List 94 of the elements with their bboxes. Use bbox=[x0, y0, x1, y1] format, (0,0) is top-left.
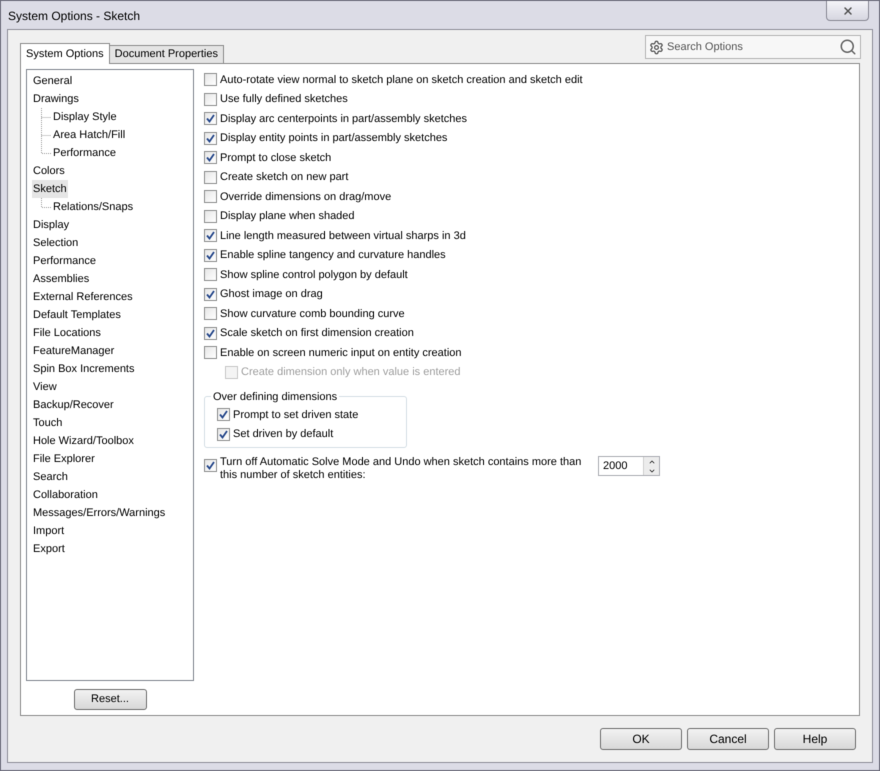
check-icon bbox=[206, 114, 215, 124]
sidebar-item[interactable]: Messages/Errors/Warnings bbox=[32, 504, 166, 522]
checkbox[interactable] bbox=[204, 248, 217, 262]
sidebar-item[interactable]: Performance bbox=[52, 144, 117, 162]
sidebar-item[interactable]: Touch bbox=[32, 414, 64, 432]
check-icon bbox=[206, 134, 215, 143]
option-label: Scale sketch on first dimension creation bbox=[220, 326, 414, 341]
option-label: Set driven by default bbox=[233, 427, 334, 442]
sidebar-item[interactable]: Colors bbox=[32, 162, 66, 180]
sidebar-item[interactable]: Default Templates bbox=[32, 306, 122, 324]
reset-button[interactable]: Reset... bbox=[74, 689, 146, 710]
check-icon bbox=[206, 290, 215, 299]
sidebar-item[interactable]: Collaboration bbox=[32, 486, 99, 504]
sidebar-item[interactable]: External References bbox=[32, 288, 134, 306]
search-icon bbox=[839, 38, 857, 56]
option-label: Create dimension only when value is entered bbox=[241, 365, 461, 380]
sidebar-item[interactable]: Sketch bbox=[32, 180, 68, 198]
sidebar-item[interactable]: Import bbox=[32, 522, 66, 540]
option-label: Line length measured between virtual sharps in 3d bbox=[220, 228, 466, 244]
option-label: Create sketch on new part bbox=[220, 170, 348, 185]
checkbox[interactable] bbox=[204, 346, 217, 360]
tab[interactable]: System Options bbox=[20, 43, 110, 64]
sidebar-item[interactable]: Display bbox=[32, 216, 70, 234]
sidebar-item[interactable]: View bbox=[32, 378, 58, 396]
dialog-button[interactable]: Cancel bbox=[687, 728, 769, 750]
sidebar-item[interactable]: Drawings bbox=[32, 90, 80, 108]
sidebar-item[interactable]: Relations/Snaps bbox=[52, 198, 134, 216]
sidebar-item[interactable]: Selection bbox=[32, 234, 80, 252]
tab[interactable]: Document Properties bbox=[108, 45, 224, 63]
sidebar-item[interactable]: Performance bbox=[32, 252, 97, 270]
sidebar-item[interactable]: Assemblies bbox=[32, 270, 90, 288]
checkbox[interactable] bbox=[204, 210, 217, 223]
gear-icon bbox=[649, 40, 664, 54]
search-field[interactable]: Search Options bbox=[667, 38, 836, 56]
checkbox[interactable] bbox=[204, 268, 217, 282]
option-label: Show curvature comb bounding curve bbox=[220, 306, 405, 322]
spin-down-icon[interactable] bbox=[644, 466, 659, 475]
checkbox[interactable] bbox=[204, 326, 217, 340]
option-label: Override dimensions on drag/move bbox=[220, 190, 392, 204]
number-spinner[interactable]: 2000 bbox=[599, 457, 643, 475]
option-label: Prompt to close sketch bbox=[220, 150, 332, 166]
tree-connector-icon bbox=[41, 198, 51, 208]
dialog-button[interactable]: Help bbox=[774, 728, 856, 750]
sidebar-item[interactable]: Backup/Recover bbox=[32, 396, 115, 414]
search-field[interactable]: Search Options bbox=[645, 35, 861, 59]
option-label: Display plane when shaded bbox=[220, 209, 355, 224]
sidebar-item[interactable]: Search bbox=[32, 468, 69, 486]
check-icon bbox=[206, 231, 215, 240]
sidebar-item[interactable]: Display Style bbox=[52, 108, 118, 126]
sidebar-item[interactable]: File Locations bbox=[32, 324, 102, 342]
dialog-button[interactable]: OK bbox=[600, 728, 682, 750]
checkbox[interactable] bbox=[204, 132, 217, 145]
option-label: Prompt to set driven state bbox=[233, 408, 358, 422]
checkbox[interactable] bbox=[204, 151, 217, 164]
option-label: Enable spline tangency and curvature handles bbox=[220, 248, 446, 263]
sidebar-item[interactable]: General bbox=[32, 72, 74, 90]
group-title: Over defining dimensions bbox=[211, 389, 340, 406]
spin-up-icon[interactable] bbox=[644, 457, 659, 466]
option-label: Enable on screen numeric input on entity creation bbox=[220, 346, 462, 360]
checkbox[interactable] bbox=[204, 170, 217, 184]
checkbox[interactable] bbox=[204, 92, 217, 106]
close-button[interactable] bbox=[826, 1, 869, 21]
checkbox[interactable] bbox=[204, 288, 217, 301]
checkbox[interactable] bbox=[204, 307, 217, 320]
checkbox[interactable] bbox=[204, 190, 217, 204]
sidebar-item[interactable]: Hole Wizard/Toolbox bbox=[32, 432, 135, 450]
checkbox[interactable] bbox=[217, 428, 230, 441]
check-icon bbox=[219, 410, 228, 420]
option-label: Display arc centerpoints in part/assembly sketches bbox=[220, 112, 467, 126]
check-icon bbox=[206, 250, 215, 260]
checkbox[interactable] bbox=[204, 229, 217, 242]
check-icon bbox=[206, 153, 215, 162]
checkbox[interactable] bbox=[204, 459, 217, 472]
option-label: Auto-rotate view normal to sketch plane on sketch creation and sketch edit bbox=[220, 72, 583, 88]
option-label: Ghost image on drag bbox=[220, 287, 323, 302]
sidebar-item[interactable]: Export bbox=[32, 540, 66, 558]
checkbox[interactable] bbox=[204, 112, 217, 126]
option-label: Turn off Automatic Solve Mode and Undo when sketch contains more than this number of sketch entities: bbox=[220, 456, 582, 482]
check-icon bbox=[206, 328, 215, 338]
check-icon bbox=[206, 461, 215, 470]
sidebar-item[interactable]: Spin Box Increments bbox=[32, 360, 136, 378]
option-label: Show spline control polygon by default bbox=[220, 268, 408, 282]
option-label: Display entity points in part/assembly sketches bbox=[220, 131, 448, 146]
sidebar-item[interactable]: File Explorer bbox=[32, 450, 96, 468]
tree-connector-icon bbox=[41, 108, 51, 126]
checkbox[interactable] bbox=[204, 73, 217, 86]
window-title: System Options - Sketch bbox=[8, 8, 140, 25]
close-icon bbox=[842, 4, 854, 16]
checkbox[interactable] bbox=[217, 408, 230, 422]
option-label: Use fully defined sketches bbox=[220, 92, 348, 107]
sidebar-item[interactable]: Area Hatch/Fill bbox=[52, 126, 126, 144]
sidebar-item[interactable]: FeatureManager bbox=[32, 342, 116, 360]
check-icon bbox=[219, 430, 228, 439]
number-spinner[interactable]: 2000 bbox=[598, 456, 660, 476]
